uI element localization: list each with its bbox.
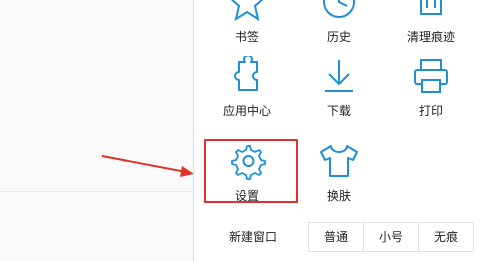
zoom-small-button[interactable]: 小号 xyxy=(363,222,419,252)
content-divider xyxy=(0,191,193,192)
download-icon xyxy=(325,60,353,92)
new-window-button[interactable]: 新建窗口 xyxy=(208,222,298,252)
menu-item-app-center[interactable]: 应用中心 xyxy=(202,56,292,138)
bookmark-star-icon xyxy=(230,0,264,22)
puzzle-icon xyxy=(234,56,258,91)
menu-item-label: 书签 xyxy=(234,30,259,44)
menu-item-label: 打印 xyxy=(418,104,443,118)
bottom-row: 新建窗口 普通 小号 无痕 xyxy=(194,222,487,252)
menu-item-label: 应用中心 xyxy=(222,104,271,118)
menu-item-bookmarks[interactable]: 书签 xyxy=(202,0,292,64)
browser-menu-panel: 书签 历史 清理痕迹 应用中心 下载 打印 设置 换肤 新建窗口 普通 小号 无… xyxy=(193,0,487,261)
menu-item-print[interactable]: 打印 xyxy=(386,56,476,138)
history-icon xyxy=(323,0,355,18)
menu-item-label: 历史 xyxy=(326,30,351,44)
menu-item-skin[interactable]: 换肤 xyxy=(294,141,384,223)
page-content-area xyxy=(0,0,193,261)
menu-item-label: 下载 xyxy=(326,104,351,118)
annotation-arrow xyxy=(101,155,194,177)
clean-icon xyxy=(420,0,442,15)
incognito-button[interactable]: 无痕 xyxy=(418,222,474,252)
menu-item-settings[interactable]: 设置 xyxy=(202,141,292,223)
menu-item-clean-traces[interactable]: 清理痕迹 xyxy=(386,0,476,64)
zoom-mode-group: 普通 小号 无痕 xyxy=(308,222,474,252)
tshirt-icon xyxy=(320,145,358,177)
zoom-normal-button[interactable]: 普通 xyxy=(308,222,364,252)
menu-item-label: 设置 xyxy=(234,189,259,203)
menu-item-download[interactable]: 下载 xyxy=(294,56,384,138)
menu-item-history[interactable]: 历史 xyxy=(294,0,384,64)
gear-icon xyxy=(231,145,266,180)
menu-item-label: 换肤 xyxy=(326,189,351,203)
printer-icon xyxy=(414,59,448,93)
menu-item-label: 清理痕迹 xyxy=(406,30,455,44)
